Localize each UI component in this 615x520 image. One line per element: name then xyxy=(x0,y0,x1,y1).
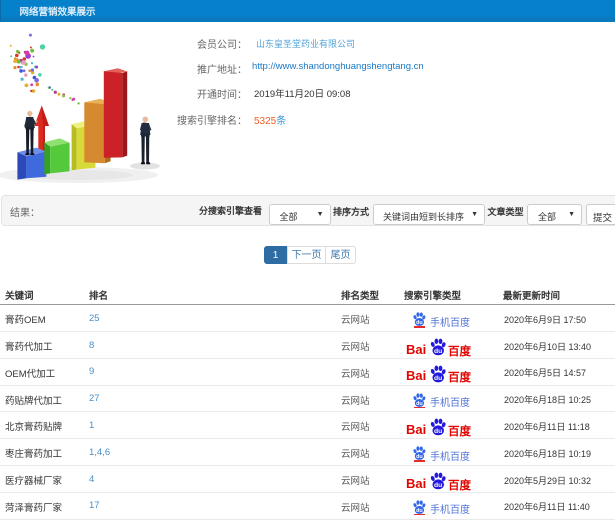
svg-text:du: du xyxy=(434,429,442,436)
svg-text:du: du xyxy=(434,375,442,382)
svg-text:du: du xyxy=(434,348,442,355)
svg-text:du: du xyxy=(434,482,442,489)
